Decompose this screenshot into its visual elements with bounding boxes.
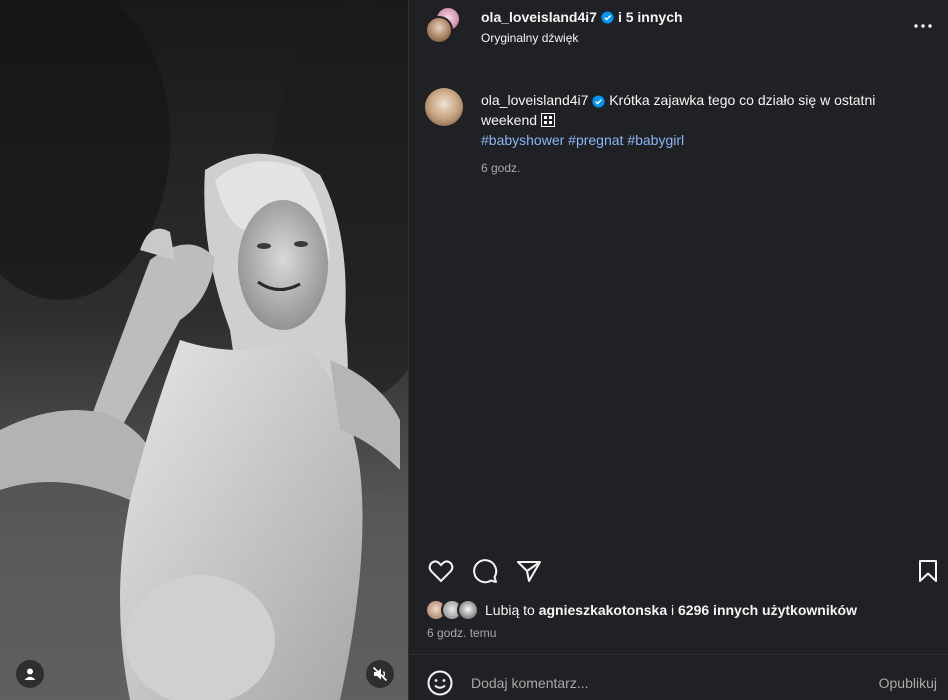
- heart-icon: [428, 560, 454, 583]
- gift-emoji-icon: [540, 113, 555, 127]
- likes-connector: i: [671, 602, 675, 618]
- likes-row: Lubią to agnieszkakotonska i 6296 innych…: [425, 598, 857, 622]
- mute-icon: [372, 666, 388, 682]
- liker-username[interactable]: agnieszkakotonska: [539, 602, 667, 618]
- header-username-row: ola_loveisland4i7 i 5 innych: [481, 9, 683, 25]
- verified-icon: [601, 10, 614, 24]
- tag-user-icon: [24, 668, 36, 680]
- author-avatars[interactable]: [425, 6, 465, 46]
- post-age[interactable]: 6 godz. temu: [427, 626, 496, 640]
- more-options-button[interactable]: [911, 14, 935, 38]
- audio-label[interactable]: Oryginalny dźwięk: [481, 31, 578, 45]
- more-icon: [914, 24, 932, 28]
- caption-time: 6 godz.: [481, 161, 521, 175]
- bookmark-icon: [919, 560, 937, 582]
- header-others[interactable]: i 5 innych: [618, 9, 683, 25]
- post-photo: [0, 0, 408, 700]
- comment-button[interactable]: [468, 554, 502, 588]
- liker-avatars[interactable]: [425, 599, 481, 621]
- publish-button[interactable]: Opublikuj: [879, 675, 937, 691]
- header-username[interactable]: ola_loveisland4i7: [481, 9, 597, 25]
- post-panel: ola_loveisland4i7 i 5 innych Oryginalny …: [408, 0, 948, 700]
- avatar: [425, 16, 453, 44]
- like-button[interactable]: [424, 554, 458, 588]
- comment-input[interactable]: [471, 668, 851, 698]
- caption-hashtags[interactable]: #babyshower #pregnat #babygirl: [481, 130, 931, 150]
- save-button[interactable]: [911, 554, 945, 588]
- caption-body: ola_loveisland4i7 Krótka zajawka tego co…: [481, 90, 931, 178]
- comment-icon: [473, 559, 498, 584]
- comment-bar: Opublikuj: [409, 654, 948, 700]
- mute-button[interactable]: [366, 660, 394, 688]
- likes-count[interactable]: 6296 innych użytkowników: [678, 602, 857, 618]
- avatar: [457, 599, 479, 621]
- post-media[interactable]: [0, 0, 408, 700]
- caption-username[interactable]: ola_loveisland4i7: [481, 92, 588, 108]
- verified-icon: [592, 95, 605, 108]
- tag-user-button[interactable]: [16, 660, 44, 688]
- share-button[interactable]: [512, 554, 546, 588]
- likes-prefix: Lubią to: [485, 602, 535, 618]
- emoji-button[interactable]: [427, 670, 453, 696]
- post-actions: [409, 552, 948, 592]
- avatar[interactable]: [425, 88, 463, 126]
- post-header: ola_loveisland4i7 i 5 innych Oryginalny …: [409, 0, 948, 60]
- share-icon: [517, 561, 541, 582]
- emoji-icon: [427, 670, 453, 696]
